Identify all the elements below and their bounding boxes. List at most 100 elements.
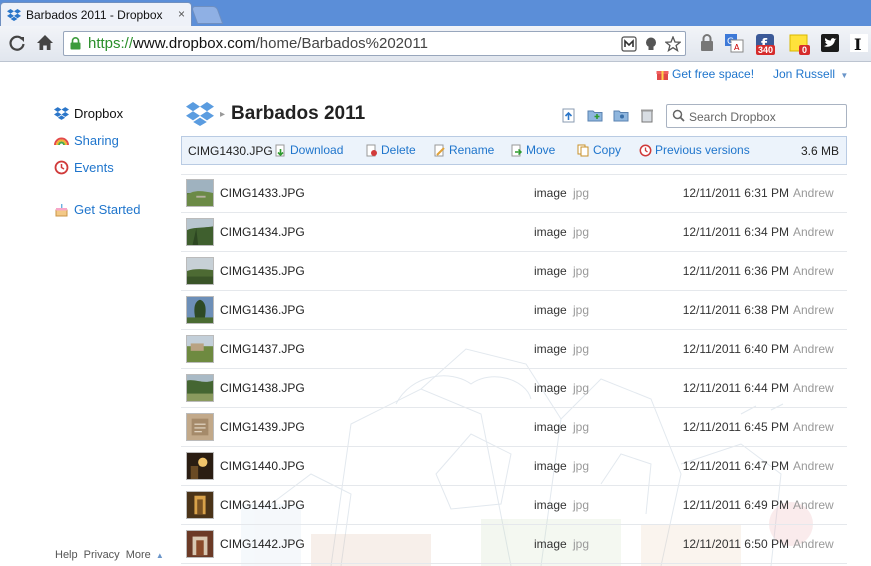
- lightbulb-icon[interactable]: [643, 36, 659, 52]
- more-link[interactable]: More ▲: [126, 549, 164, 561]
- show-deleted-icon[interactable]: [639, 108, 655, 123]
- svg-text:A: A: [734, 43, 740, 52]
- download-button[interactable]: Download: [274, 143, 343, 157]
- file-ext: jpg: [573, 498, 590, 512]
- file-kind: image: [534, 420, 567, 434]
- chevron-up-icon: ▲: [155, 551, 164, 560]
- table-row[interactable]: CIMG1437.JPG image jpg 12/11/2011 6:40 P…: [181, 330, 847, 369]
- file-ext: jpg: [573, 459, 590, 473]
- file-owner: Andrew: [793, 225, 834, 239]
- new-folder-icon[interactable]: [587, 108, 603, 123]
- file-owner: Andrew: [793, 459, 834, 473]
- instapaper-extension-icon[interactable]: I: [849, 33, 869, 53]
- sidebar-item-events[interactable]: Events: [54, 160, 114, 175]
- move-icon: [511, 144, 523, 156]
- upload-icon[interactable]: [561, 108, 577, 123]
- file-date: 12/11/2011 6:44 PM: [682, 381, 789, 395]
- selection-bar: CIMG1430.JPG Download Delete Rename Move…: [181, 136, 847, 165]
- dropbox-logo-icon[interactable]: [186, 102, 214, 126]
- new-tab-button[interactable]: [190, 6, 224, 24]
- rename-label: Rename: [449, 143, 495, 157]
- file-name: CIMG1438.JPG: [220, 381, 305, 395]
- delete-label: Delete: [381, 143, 416, 157]
- copy-button[interactable]: Copy: [577, 143, 621, 157]
- url-scheme: https://: [88, 35, 134, 52]
- photo-thumbnail: [186, 374, 214, 402]
- delete-button[interactable]: Delete: [365, 143, 416, 157]
- address-bar[interactable]: https://www.dropbox.com/home/Barbados%20…: [63, 31, 686, 56]
- browser-tab-active[interactable]: Barbados 2011 - Dropbox ×: [0, 2, 192, 26]
- file-name: CIMG1433.JPG: [220, 186, 305, 200]
- table-row[interactable]: CIMG1442.JPG image jpg 12/11/2011 6:50 P…: [181, 525, 847, 564]
- translate-extension-icon[interactable]: G A: [724, 33, 744, 53]
- sidebar-item-sharing[interactable]: Sharing: [54, 133, 119, 148]
- lock-icon: [70, 37, 81, 50]
- mcafee-shield-icon[interactable]: [621, 36, 637, 52]
- browser-tabstrip: Barbados 2011 - Dropbox ×: [0, 0, 871, 26]
- get-free-space-link[interactable]: Get free space!: [656, 67, 754, 81]
- file-name: CIMG1435.JPG: [220, 264, 305, 278]
- sidebar-item-dropbox[interactable]: Dropbox: [54, 106, 123, 121]
- file-list: CIMG1433.JPG image jpg 12/11/2011 6:31 P…: [181, 174, 847, 566]
- download-icon: [275, 144, 285, 156]
- file-ext: jpg: [573, 186, 590, 200]
- home-icon[interactable]: [34, 32, 56, 54]
- delete-icon: [366, 144, 377, 156]
- file-owner: Andrew: [793, 186, 834, 200]
- search-box[interactable]: Search Dropbox: [666, 104, 847, 128]
- file-ext: jpg: [573, 225, 590, 239]
- reload-icon[interactable]: [6, 32, 28, 54]
- user-name: Jon Russell: [773, 67, 836, 81]
- sidebar-item-label: Get Started: [74, 202, 141, 217]
- previous-versions-label: Previous versions: [655, 143, 750, 157]
- table-row[interactable]: CIMG1433.JPG image jpg 12/11/2011 6:31 P…: [181, 174, 847, 213]
- bookmark-star-icon[interactable]: [665, 36, 681, 52]
- photo-thumbnail: [186, 296, 214, 324]
- file-kind: image: [534, 381, 567, 395]
- notes-extension-icon[interactable]: 0: [789, 33, 813, 55]
- table-row[interactable]: CIMG1435.JPG image jpg 12/11/2011 6:36 P…: [181, 252, 847, 291]
- facebook-badge: 340: [756, 45, 776, 55]
- move-button[interactable]: Move: [510, 143, 555, 157]
- table-row[interactable]: CIMG1438.JPG image jpg 12/11/2011 6:44 P…: [181, 369, 847, 408]
- previous-versions-button[interactable]: Previous versions: [639, 143, 750, 157]
- file-owner: Andrew: [793, 498, 834, 512]
- table-row[interactable]: CIMG1436.JPG image jpg 12/11/2011 6:38 P…: [181, 291, 847, 330]
- file-owner: Andrew: [793, 264, 834, 278]
- file-name: CIMG1440.JPG: [220, 459, 305, 473]
- privacy-link[interactable]: Privacy: [84, 549, 120, 561]
- more-label: More: [125, 549, 151, 561]
- help-link[interactable]: Help: [55, 549, 78, 561]
- table-row[interactable]: CIMG1439.JPG image jpg 12/11/2011 6:45 P…: [181, 408, 847, 447]
- file-name: CIMG1441.JPG: [220, 498, 305, 512]
- breadcrumb: ▸ Barbados 2011: [186, 102, 365, 126]
- photo-thumbnail: [186, 452, 214, 480]
- facebook-extension-icon[interactable]: f 340: [755, 33, 779, 55]
- file-date: 12/11/2011 6:31 PM: [682, 186, 789, 200]
- file-name: CIMG1442.JPG: [220, 537, 305, 551]
- table-row[interactable]: CIMG1434.JPG image jpg 12/11/2011 6:34 P…: [181, 213, 847, 252]
- selected-filename: CIMG1430.JPG: [188, 144, 273, 158]
- table-row[interactable]: CIMG1441.JPG image jpg 12/11/2011 6:49 P…: [181, 486, 847, 525]
- copy-icon: [577, 144, 589, 156]
- file-owner: Andrew: [793, 381, 834, 395]
- shared-folder-icon[interactable]: [613, 108, 629, 123]
- file-ext: jpg: [573, 342, 590, 356]
- file-name: CIMG1437.JPG: [220, 342, 305, 356]
- url-text: https://www.dropbox.com/home/Barbados%20…: [88, 35, 428, 52]
- file-date: 12/11/2011 6:40 PM: [682, 342, 789, 356]
- photo-thumbnail: [186, 179, 214, 207]
- file-ext: jpg: [573, 420, 590, 434]
- tab-close-icon[interactable]: ×: [178, 7, 185, 21]
- photo-thumbnail: [186, 413, 214, 441]
- file-name: CIMG1439.JPG: [220, 420, 305, 434]
- table-row[interactable]: CIMG1440.JPG image jpg 12/11/2011 6:47 P…: [181, 447, 847, 486]
- chevron-down-icon: ▼: [840, 71, 849, 80]
- photo-thumbnail: [186, 257, 214, 285]
- sidebar-item-get-started[interactable]: Get Started: [54, 202, 140, 217]
- twitter-extension-icon[interactable]: [820, 33, 840, 53]
- padlock-extension-icon[interactable]: [697, 33, 717, 53]
- user-menu[interactable]: Jon Russell ▼: [773, 67, 848, 81]
- rename-button[interactable]: Rename: [433, 143, 494, 157]
- file-date: 12/11/2011 6:50 PM: [682, 537, 789, 551]
